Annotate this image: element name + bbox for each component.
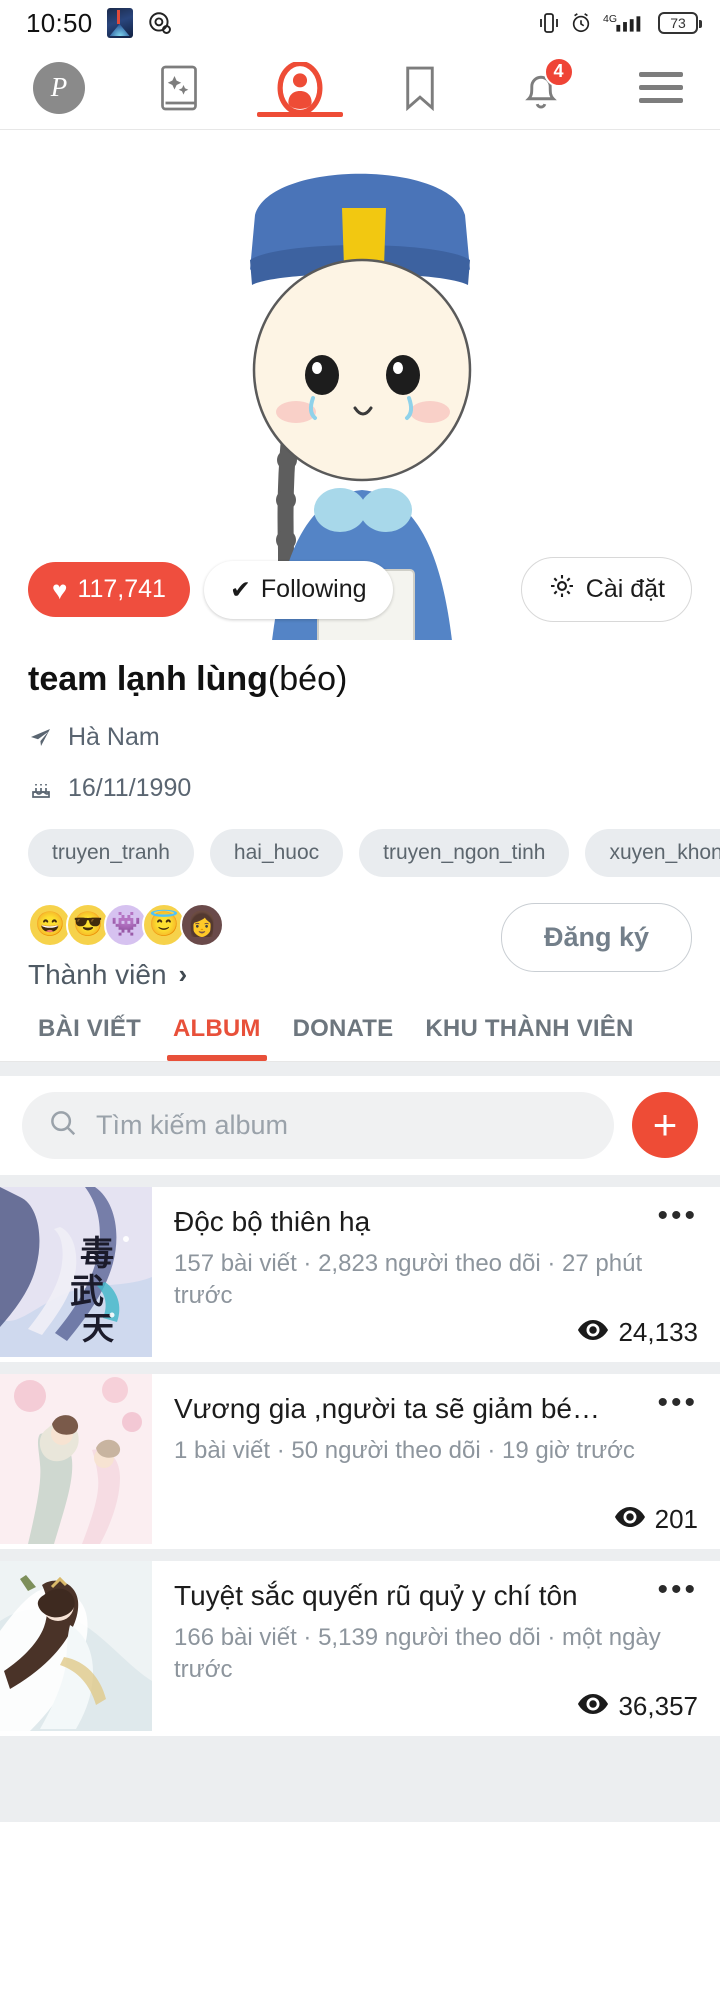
status-bar-right: 4G 73: [539, 11, 702, 35]
tab-donate[interactable]: DONATE: [277, 1015, 410, 1061]
profile-location: Hà Nam: [28, 723, 692, 752]
active-tab-indicator: [256, 111, 343, 117]
album-view-count: 24,133: [578, 1317, 698, 1348]
cake-icon: [28, 776, 54, 800]
status-bar: 10:50 4G 73: [0, 0, 720, 46]
profile-tags: truyen_tranh hai_huoc truyen_ngon_tinh x…: [0, 828, 720, 877]
svg-text:武: 武: [70, 1273, 104, 1311]
svg-text:毒: 毒: [80, 1235, 114, 1273]
vibrate-icon: [539, 11, 559, 35]
view-count-value: 24,133: [618, 1316, 698, 1347]
album-details: ••• Tuyệt sắc quyến rũ quỷ y chí tôn 166…: [152, 1561, 720, 1736]
menu-icon[interactable]: [632, 59, 690, 117]
tag-chip[interactable]: xuyen_khong: [585, 828, 720, 877]
discover-icon[interactable]: [150, 59, 208, 117]
album-more-button[interactable]: •••: [657, 1387, 698, 1417]
album-title: Độc bộ thiên hạ: [174, 1205, 371, 1237]
menu-line: [638, 98, 683, 103]
tag-chip[interactable]: truyen_tranh: [28, 828, 194, 877]
likes-count: 117,741: [77, 575, 166, 603]
battery-indicator: 73: [658, 12, 702, 34]
search-input[interactable]: Tìm kiếm album: [22, 1091, 614, 1159]
album-title: Vương gia ,người ta sẽ giảm bé…: [174, 1392, 600, 1424]
members-block: 😄 😎 👾 😇 👩 Thành viên ›: [28, 902, 224, 991]
album-list-item[interactable]: ••• Vương gia ,người ta sẽ giảm bé… 1 bà…: [0, 1373, 720, 1549]
tab-bai-viet[interactable]: BÀI VIẾT: [22, 1015, 157, 1061]
album-list-item[interactable]: 毒 武 天 ••• Độc bộ thiên hạ 157 bài viết ·…: [0, 1186, 720, 1362]
avatar: 👩: [180, 902, 224, 947]
screen-recorder-icon: [147, 10, 173, 36]
view-count-value: 36,357: [618, 1690, 698, 1721]
account-icon[interactable]: [256, 59, 343, 117]
eye-icon: [578, 1691, 609, 1722]
album-section: Tìm kiếm album + 毒 武 天 ••• Độc bộ thiên …: [0, 1061, 720, 1822]
album-list-item[interactable]: ••• Tuyệt sắc quyến rũ quỷ y chí tôn 166…: [0, 1560, 720, 1736]
profile-name: team lạnh lùng: [28, 660, 268, 698]
album-details: ••• Độc bộ thiên hạ 157 bài viết · 2,823…: [152, 1187, 720, 1362]
search-icon: [48, 1108, 78, 1143]
alarm-icon: [570, 12, 592, 34]
gear-icon: [548, 572, 576, 607]
search-placeholder: Tìm kiếm album: [96, 1109, 289, 1140]
top-navigation-bar: P 4: [0, 46, 720, 130]
profile-avatar[interactable]: P: [30, 59, 88, 117]
paper-plane-icon: [28, 725, 54, 749]
view-count-value: 201: [654, 1503, 698, 1534]
album-search-bar: Tìm kiếm album +: [0, 1075, 720, 1175]
svg-text:天: 天: [82, 1310, 114, 1346]
album-subtitle: 157 bài viết · 2,823 người theo dõi · 27…: [174, 1250, 643, 1310]
menu-line: [638, 85, 683, 90]
album-subtitle: 1 bài viết · 50 người theo dõi · 19 giờ …: [174, 1437, 635, 1465]
notification-badge: 4: [543, 56, 574, 87]
profile-info: team lạnh lùng(béo) Hà Nam 16/11/1990: [0, 640, 720, 803]
eye-icon: [578, 1317, 609, 1348]
profile-birthday: 16/11/1990: [28, 774, 692, 803]
members-row: 😄 😎 👾 😇 👩 Thành viên › Đăng ký: [0, 877, 720, 991]
birthday-label: 16/11/1990: [68, 773, 192, 802]
album-view-count: 36,357: [578, 1691, 698, 1722]
tag-chip[interactable]: hai_huoc: [209, 828, 344, 877]
album-thumbnail: 毒 武 天: [0, 1186, 152, 1362]
status-bar-left: 10:50: [26, 8, 173, 39]
member-avatars[interactable]: 😄 😎 👾 😇 👩: [28, 902, 224, 947]
members-link[interactable]: Thành viên ›: [28, 959, 218, 991]
following-label: Following: [260, 575, 367, 603]
tab-album[interactable]: ALBUM: [157, 1015, 277, 1061]
profile-cover: ♥ 117,741 ✔ Following Cài đặt: [0, 130, 720, 640]
eye-icon: [614, 1504, 645, 1535]
album-thumbnail: [0, 1373, 152, 1549]
album-title: Tuyệt sắc quyến rũ quỷ y chí tôn: [174, 1579, 578, 1611]
location-label: Hà Nam: [68, 722, 160, 751]
likes-badge[interactable]: ♥ 117,741: [28, 562, 190, 617]
album-details: ••• Vương gia ,người ta sẽ giảm bé… 1 bà…: [152, 1374, 720, 1549]
avatar-letter: P: [33, 61, 85, 114]
add-album-button[interactable]: +: [632, 1092, 698, 1158]
following-button[interactable]: ✔ Following: [203, 560, 393, 619]
app-thumbnail-icon: [106, 8, 133, 38]
signal-4g-icon: 4G: [603, 11, 647, 35]
notifications-icon[interactable]: 4: [512, 56, 574, 117]
settings-label: Cài đặt: [585, 575, 665, 603]
subscribe-button[interactable]: Đăng ký: [500, 902, 692, 972]
svg-text:4G: 4G: [603, 13, 617, 25]
profile-action-row: ♥ 117,741 ✔ Following Cài đặt: [0, 557, 720, 622]
check-icon: ✔: [229, 575, 251, 604]
album-more-button[interactable]: •••: [657, 1574, 698, 1604]
status-time: 10:50: [26, 7, 93, 38]
tag-chip[interactable]: truyen_ngon_tinh: [359, 828, 570, 877]
album-view-count: 201: [614, 1503, 698, 1535]
settings-button[interactable]: Cài đặt: [520, 557, 692, 622]
members-label: Thành viên: [28, 958, 167, 990]
profile-tabs: BÀI VIẾT ALBUM DONATE KHU THÀNH VIÊN: [0, 990, 720, 1062]
page-title: team lạnh lùng(béo): [28, 658, 692, 701]
bookmark-icon[interactable]: [391, 59, 449, 117]
tab-khu-thanh-vien[interactable]: KHU THÀNH VIÊN: [409, 1015, 649, 1061]
profile-name-suffix: (béo): [267, 660, 348, 698]
album-more-button[interactable]: •••: [657, 1200, 698, 1230]
heart-icon: ♥: [52, 574, 68, 605]
menu-line: [638, 72, 683, 77]
album-thumbnail: [0, 1560, 152, 1736]
album-subtitle: 166 bài viết · 5,139 người theo dõi · mộ…: [174, 1624, 661, 1684]
chevron-right-icon: ›: [178, 959, 188, 989]
